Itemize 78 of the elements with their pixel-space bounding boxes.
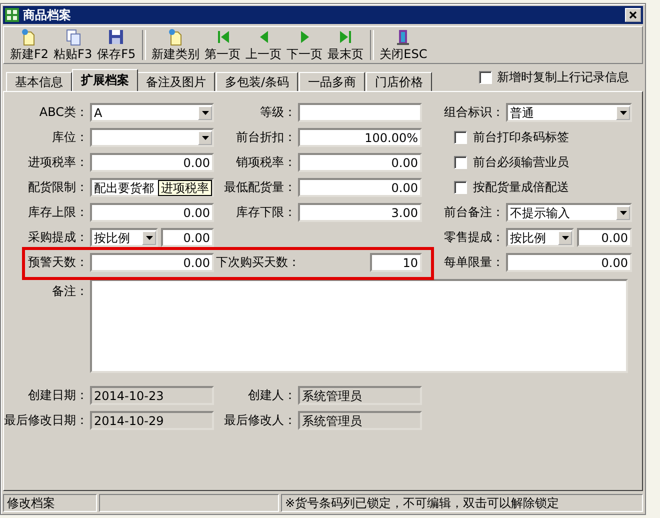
toolbar-button[interactable]: 上一页 (244, 27, 284, 63)
input-field[interactable]: 0.00 (90, 203, 214, 222)
readonly-field: 2014-10-29 (90, 411, 214, 430)
toolbar-button[interactable]: 最末页 (326, 27, 366, 63)
memo-field[interactable] (90, 279, 628, 373)
readonly-field: 2014-10-23 (90, 386, 214, 405)
input-field[interactable]: 0.00 (577, 228, 632, 247)
field-label: 备注： (51, 283, 88, 300)
field-label: 零售提成： (443, 229, 504, 246)
checkbox-label: 前台打印条码标签 (473, 129, 569, 146)
field-label: 每单限量： (443, 254, 504, 271)
checkbox-option[interactable]: 前台必须输营业员 (424, 154, 632, 171)
field-label: ABC类： (38, 104, 88, 121)
toolbar-button[interactable]: 新建类别 (150, 27, 202, 63)
tab[interactable]: 备注及图片 (137, 72, 215, 91)
input-field[interactable]: 0.00 (90, 153, 214, 172)
tab[interactable]: 多包装/条码 (216, 72, 298, 91)
field-label: 创建日期： (27, 387, 88, 404)
input-field[interactable]: 3.00 (298, 203, 422, 222)
input-field[interactable] (298, 103, 422, 122)
dropdown[interactable]: 按比例 (90, 228, 158, 247)
toolbar-button[interactable]: 第一页 (202, 27, 243, 63)
close-button[interactable] (625, 8, 641, 22)
input-field[interactable]: 0.00 (298, 153, 422, 172)
field-label: 下次购买天数： (216, 254, 296, 271)
tab[interactable]: 一品多商 (299, 72, 366, 91)
field-label: 进项税率： (27, 154, 88, 171)
input-field[interactable]: 100.00% (298, 128, 422, 147)
checkbox-label: 按配货量成倍配送 (473, 179, 569, 196)
status-pane: 修改档案 (3, 494, 97, 512)
readonly-field: 系统管理员 (298, 411, 422, 430)
tab[interactable]: 扩展档案 (72, 69, 138, 91)
toolbar-button[interactable]: 新建F2 (8, 27, 51, 63)
field-label: 配货限制： (27, 179, 88, 196)
input-field[interactable]: 10 (370, 253, 422, 272)
dropdown[interactable]: 不提示输入 (506, 203, 632, 222)
field-label: 创建人： (247, 387, 296, 404)
field-label: 最后修改人： (223, 412, 296, 429)
checkbox[interactable] (454, 181, 467, 194)
toolbar-button[interactable]: 关闭ESC (378, 27, 430, 63)
field-label: 库位： (51, 129, 88, 146)
tab[interactable]: 门店价格 (366, 72, 432, 91)
toolbar-button[interactable]: 保存F5 (95, 27, 138, 63)
field-label: 预警天数： (27, 254, 88, 271)
input-field[interactable]: 0.00 (298, 178, 422, 197)
field-label: 库存下限： (235, 204, 296, 221)
close-icon (629, 11, 637, 19)
field-label: 库存上限： (27, 204, 88, 221)
dropdown[interactable]: 普通 (506, 103, 632, 122)
field-label: 销项税率： (235, 154, 296, 171)
checkbox[interactable] (479, 71, 492, 84)
input-field[interactable]: 0.00 (90, 253, 214, 272)
readonly-field: 系统管理员 (298, 386, 422, 405)
checkbox-option[interactable]: 前台打印条码标签 (424, 129, 632, 146)
toolbar-button[interactable]: 粘贴F3 (52, 27, 94, 63)
tooltip: 进项税率 (158, 180, 212, 196)
dropdown[interactable]: A (90, 103, 214, 122)
field-label: 最后修改日期： (4, 412, 88, 429)
field-label: 等级： (259, 104, 296, 121)
field-label: 前台折扣： (235, 129, 296, 146)
paste-icon (64, 28, 82, 46)
app-icon (5, 8, 19, 22)
checkbox[interactable] (454, 156, 467, 169)
tab[interactable]: 基本信息 (6, 72, 72, 91)
dropdown[interactable] (90, 128, 214, 147)
dropdown[interactable]: 按比例 (506, 228, 574, 247)
field-label: 前台备注： (443, 204, 504, 221)
field-label: 最低配货量： (223, 179, 296, 196)
checkbox-label: 前台必须输营业员 (473, 154, 569, 171)
input-field[interactable]: 0.00 (161, 228, 214, 247)
checkbox-option[interactable]: 按配货量成倍配送 (424, 179, 632, 196)
toolbar-button[interactable]: 下一页 (284, 27, 325, 63)
field-label: 采购提成： (27, 229, 88, 246)
input-field[interactable]: 0.00 (506, 253, 632, 272)
checkbox[interactable] (454, 131, 467, 144)
field-label: 组合标识： (443, 104, 504, 121)
window-title: 商品档案 (23, 6, 72, 24)
status-pane: ※货号条码列已锁定，不可编辑，双击可以解除锁定 (281, 494, 643, 512)
